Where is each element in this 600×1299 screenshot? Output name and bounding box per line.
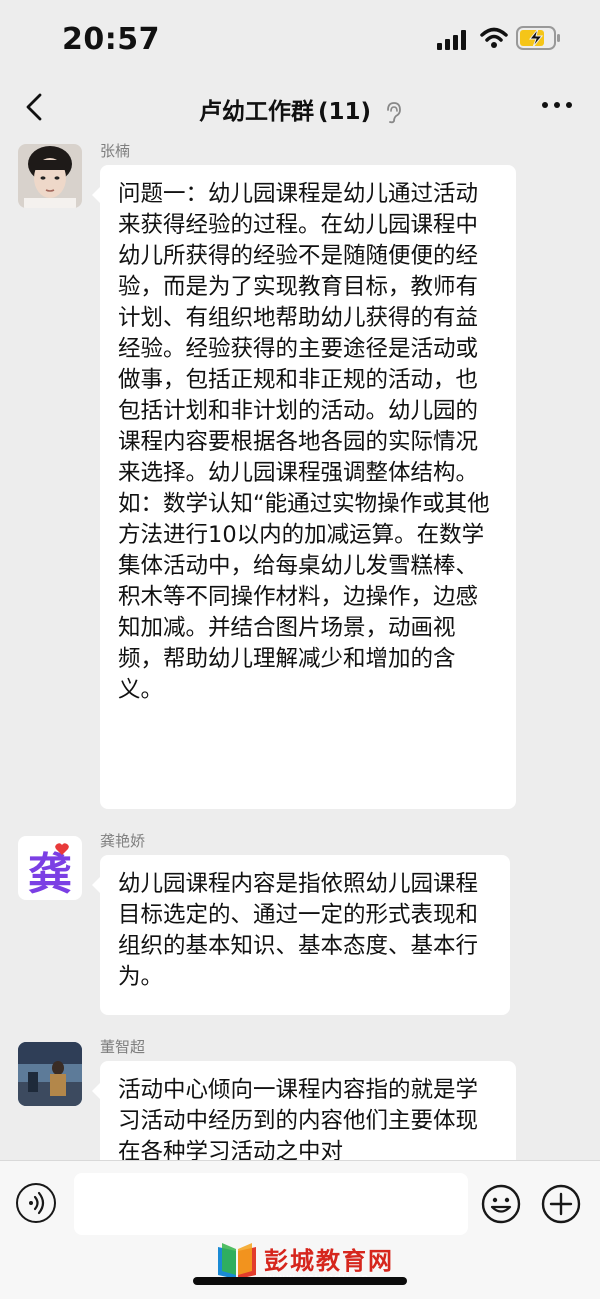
message-bubble[interactable]: 活动中心倾向一课程内容指的就是学习活动中经历到的内容他们主要体现在各种学习活动之… <box>92 1061 516 1160</box>
avatar-text: 龚 <box>28 849 72 900</box>
battery-charging-icon <box>516 26 560 50</box>
wifi-icon <box>480 27 508 48</box>
message-input[interactable] <box>74 1173 468 1235</box>
heart-icon <box>55 843 69 855</box>
emoji-icon[interactable] <box>480 1183 522 1225</box>
status-time: 20:57 <box>62 22 160 57</box>
sender-name: 董智超 <box>100 1038 146 1056</box>
message-bubble[interactable]: 幼儿园课程内容是指依照幼儿园课程目标选定的、通过一定的形式表现和组织的基本知识、… <box>92 855 510 1015</box>
add-more-icon[interactable] <box>540 1183 582 1225</box>
voice-icon <box>29 1191 45 1215</box>
more-options-icon[interactable] <box>540 100 574 110</box>
input-bar: 彭城教育网 www.pcjyedu.cn <box>0 1160 600 1299</box>
group-name: 卢幼工作群 <box>198 99 314 125</box>
avatar[interactable] <box>18 144 82 208</box>
sender-name: 龚艳娇 <box>100 832 146 850</box>
sender-name: 张楠 <box>100 142 131 160</box>
message-bubble[interactable]: 问题一：幼儿园课程是幼儿通过活动来获得经验的过程。在幼儿园课程中幼儿所获得的经验… <box>92 165 516 809</box>
chat-title: 卢幼工作群 (11) <box>0 92 600 126</box>
person-avatar-icon <box>18 144 82 208</box>
member-count: (11) <box>317 99 371 125</box>
status-bar: 20:57 <box>0 0 600 80</box>
avatar[interactable]: 龚 <box>18 836 82 900</box>
chat-header: 卢幼工作群 (11) <box>0 80 600 138</box>
avatar[interactable] <box>18 1042 82 1106</box>
muted-ear-icon <box>387 101 401 123</box>
message-item: 董智超 活动中心倾向一课程内容指的就是学习活动中经历到的内容他们主要体现在各种学… <box>0 1036 600 1160</box>
voice-input-button[interactable] <box>16 1183 56 1223</box>
cellular-signal-icon <box>437 30 466 50</box>
home-indicator <box>193 1277 407 1285</box>
person-avatar-icon <box>18 1042 82 1106</box>
